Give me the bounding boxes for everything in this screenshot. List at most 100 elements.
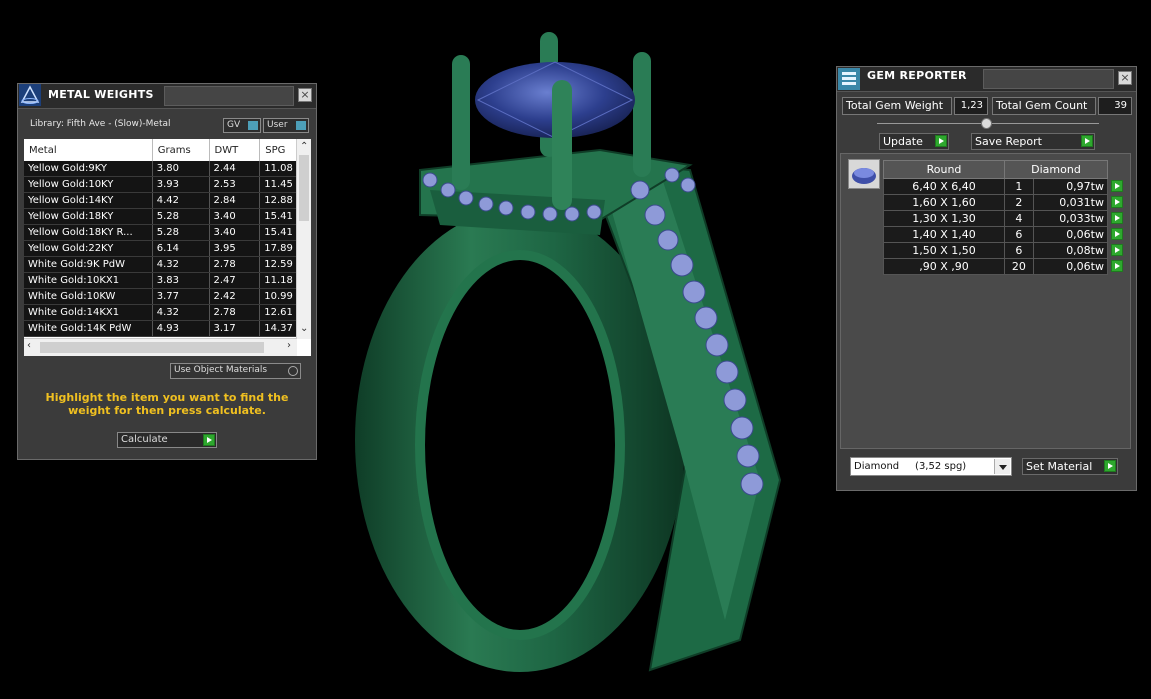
gem-row[interactable]: 1,40 X 1,40 6 0,06tw bbox=[883, 226, 1127, 243]
gem-weight: 0,031tw bbox=[1032, 194, 1109, 211]
update-go-icon bbox=[935, 135, 947, 147]
update-button[interactable]: Update bbox=[879, 133, 949, 150]
arrow-right-icon bbox=[1111, 180, 1123, 192]
metal-table-horizontal-scrollbar[interactable]: ‹ › bbox=[24, 338, 297, 356]
gem-weight: 0,06tw bbox=[1032, 258, 1109, 275]
vertical-scroll-thumb[interactable] bbox=[299, 155, 309, 221]
gem-weight: 0,97tw bbox=[1032, 178, 1109, 195]
save-report-go-icon bbox=[1081, 135, 1093, 147]
user-toggle[interactable]: User bbox=[263, 118, 309, 133]
table-cell: 5.28 bbox=[152, 208, 210, 225]
arrow-right-icon bbox=[1111, 212, 1123, 224]
table-row[interactable]: White Gold:14KX1 4.32 2.78 12.61 bbox=[24, 304, 311, 321]
horizontal-scroll-thumb[interactable] bbox=[40, 342, 264, 353]
table-cell: Yellow Gold:18KY R... bbox=[24, 224, 153, 241]
table-row[interactable]: Yellow Gold:10KY 3.93 2.53 11.45 bbox=[24, 176, 311, 193]
arrow-right-icon bbox=[1111, 260, 1124, 272]
table-cell: 3.17 bbox=[209, 320, 261, 337]
calculate-go-icon bbox=[203, 434, 215, 446]
gem-count: 6 bbox=[1004, 242, 1034, 259]
metal-table-vertical-scrollbar[interactable]: ⌃ ⌄ bbox=[296, 139, 311, 339]
gem-size: 1,50 X 1,50 bbox=[883, 242, 1005, 259]
gem-table: Round Diamond 6,40 X 6,40 1 0,97tw 1,60 X 1… bbox=[883, 160, 1127, 275]
table-cell: White Gold:10KX1 bbox=[24, 272, 153, 289]
table-cell: 5.28 bbox=[152, 224, 210, 241]
column-header-metal[interactable]: Metal bbox=[24, 139, 153, 161]
table-row[interactable]: Yellow Gold:14KY 4.42 2.84 12.88 bbox=[24, 192, 311, 209]
set-material-label: Set Material bbox=[1026, 460, 1093, 473]
table-row[interactable]: Yellow Gold:18KY R... 5.28 3.40 15.41 bbox=[24, 224, 311, 241]
gem-size: ,90 X ,90 bbox=[883, 258, 1005, 275]
gem-row[interactable]: 1,30 X 1,30 4 0,033tw bbox=[883, 210, 1127, 227]
ring-3d-viewport[interactable] bbox=[330, 20, 810, 680]
user-label: User bbox=[267, 120, 288, 130]
gem-row-select-button[interactable] bbox=[1108, 243, 1127, 259]
arrow-right-icon bbox=[1111, 196, 1123, 208]
table-row[interactable]: White Gold:14K PdW 4.93 3.17 14.37 bbox=[24, 320, 311, 337]
table-row[interactable]: White Gold:10KX1 3.83 2.47 11.18 bbox=[24, 272, 311, 289]
gem-row[interactable]: ,90 X ,90 20 0,06tw bbox=[883, 258, 1127, 275]
titlebar-grip[interactable] bbox=[983, 69, 1114, 89]
calculate-button[interactable]: Calculate bbox=[117, 432, 217, 448]
gv-toggle[interactable]: GV bbox=[223, 118, 261, 133]
table-cell: Yellow Gold:14KY bbox=[24, 192, 153, 209]
use-object-materials-toggle[interactable]: Use Object Materials bbox=[170, 363, 301, 379]
gem-row-select-button[interactable] bbox=[1108, 211, 1127, 227]
gem-row-select-button[interactable] bbox=[1108, 179, 1127, 195]
use-object-materials-radio-icon bbox=[288, 366, 298, 376]
gem-size: 6,40 X 6,40 bbox=[883, 178, 1005, 195]
gem-row-select-button[interactable] bbox=[1108, 227, 1127, 243]
set-material-button[interactable]: Set Material bbox=[1022, 458, 1118, 475]
column-header-grams[interactable]: Grams bbox=[152, 139, 210, 161]
gem-reporter-close-button[interactable]: × bbox=[1118, 71, 1132, 85]
gem-weight: 0,033tw bbox=[1032, 210, 1109, 227]
gem-row[interactable]: 1,50 X 1,50 6 0,08tw bbox=[883, 242, 1127, 259]
material-select-value: Diamond (3,52 spg) bbox=[854, 461, 967, 472]
material-select[interactable]: Diamond (3,52 spg) bbox=[850, 457, 1012, 476]
total-gem-count-label: Total Gem Count bbox=[992, 97, 1096, 115]
ring-model bbox=[355, 32, 782, 672]
table-cell: 2.44 bbox=[209, 161, 261, 177]
table-cell: 4.93 bbox=[152, 320, 210, 337]
table-row[interactable]: White Gold:10KW 3.77 2.42 10.99 bbox=[24, 288, 311, 305]
gem-count: 20 bbox=[1004, 258, 1034, 275]
table-row[interactable]: Yellow Gold:18KY 5.28 3.40 15.41 bbox=[24, 208, 311, 225]
gem-thumbnail[interactable] bbox=[848, 159, 880, 189]
gem-row[interactable]: 1,60 X 1,60 2 0,031tw bbox=[883, 194, 1127, 211]
table-cell: White Gold:14K PdW bbox=[24, 320, 153, 337]
table-cell: 2.84 bbox=[209, 192, 261, 209]
table-cell: Yellow Gold:10KY bbox=[24, 176, 153, 193]
scroll-up-icon[interactable]: ⌃ bbox=[300, 141, 308, 152]
update-label: Update bbox=[883, 135, 923, 148]
gem-row[interactable]: 6,40 X 6,40 1 0,97tw bbox=[883, 178, 1127, 195]
table-cell: 2.78 bbox=[209, 304, 261, 321]
gem-reporter-title: GEM REPORTER bbox=[867, 69, 967, 82]
metal-weights-close-button[interactable]: × bbox=[298, 88, 312, 102]
scroll-down-icon[interactable]: ⌄ bbox=[300, 323, 308, 334]
metal-weights-titlebar[interactable]: METAL WEIGHTS × bbox=[18, 84, 316, 109]
titlebar-grip[interactable] bbox=[164, 86, 294, 106]
table-cell: 4.32 bbox=[152, 304, 210, 321]
scroll-left-icon[interactable]: ‹ bbox=[27, 340, 31, 351]
table-cell: 4.42 bbox=[152, 192, 210, 209]
calculate-label: Calculate bbox=[121, 434, 168, 445]
save-report-button[interactable]: Save Report bbox=[971, 133, 1095, 150]
table-cell: 3.77 bbox=[152, 288, 210, 305]
column-header-dwt[interactable]: DWT bbox=[209, 139, 261, 161]
table-row[interactable]: Yellow Gold:22KY 6.14 3.95 17.89 bbox=[24, 240, 311, 257]
gem-reporter-titlebar[interactable]: GEM REPORTER × bbox=[837, 67, 1136, 92]
gem-row-select-button[interactable] bbox=[1108, 259, 1127, 275]
table-cell: White Gold:10KW bbox=[24, 288, 153, 305]
table-row[interactable]: White Gold:9K PdW 4.32 2.78 12.59 bbox=[24, 256, 311, 273]
scroll-right-icon[interactable]: › bbox=[287, 340, 291, 351]
metal-weights-app-icon bbox=[19, 84, 41, 106]
gem-header-stone: Diamond bbox=[1004, 160, 1108, 179]
gem-row-select-button[interactable] bbox=[1108, 195, 1127, 211]
table-cell: Yellow Gold:9KY bbox=[24, 161, 153, 177]
chevron-down-icon[interactable] bbox=[994, 459, 1010, 474]
collapse-toggle-icon[interactable] bbox=[981, 118, 992, 129]
table-row[interactable]: Yellow Gold:9KY 3.80 2.44 11.08 bbox=[24, 161, 311, 177]
save-report-label: Save Report bbox=[975, 135, 1042, 148]
gv-indicator-icon bbox=[248, 121, 258, 130]
gem-list-area: Round Diamond 6,40 X 6,40 1 0,97tw 1,60 X 1… bbox=[840, 153, 1131, 449]
